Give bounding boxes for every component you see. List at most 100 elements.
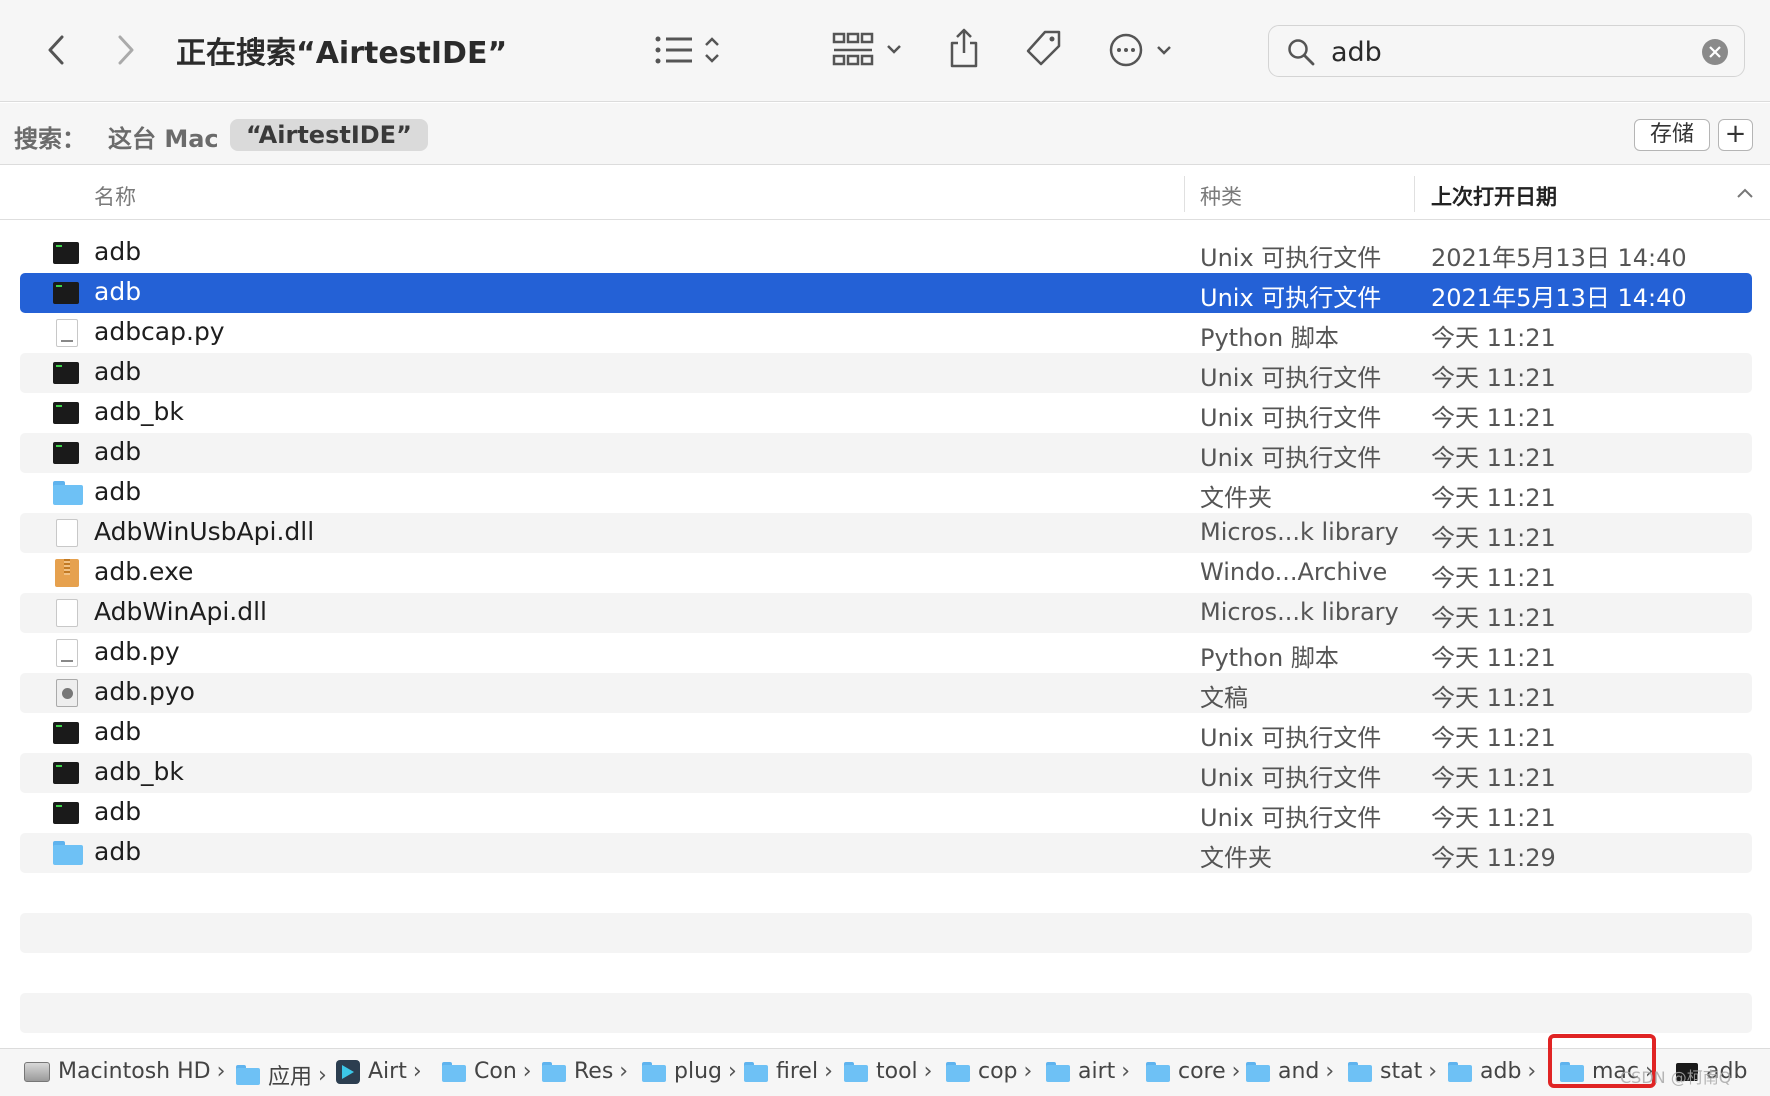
- folder-icon: [53, 481, 83, 505]
- file-name: adb: [94, 437, 142, 466]
- terminal-icon: [53, 282, 79, 304]
- file-date: 今天 11:21: [1431, 364, 1556, 392]
- scope-label: 搜索：: [14, 125, 86, 153]
- back-button[interactable]: [38, 28, 74, 72]
- table-row[interactable]: adb 文件夹 今天 11:21: [20, 473, 1752, 513]
- file-kind: Python 脚本: [1200, 644, 1339, 672]
- file-date: 今天 11:21: [1431, 484, 1556, 512]
- list-view-icon: [655, 36, 719, 64]
- folder-icon: [236, 1065, 260, 1085]
- table-row[interactable]: adb Unix 可执行文件 今天 11:21: [20, 433, 1752, 473]
- table-row[interactable]: AdbWinApi.dll Micros...k library 今天 11:21: [20, 593, 1752, 633]
- table-row[interactable]: adb_bk Unix 可执行文件 今天 11:21: [20, 753, 1752, 793]
- table-row[interactable]: adb.py Python 脚本 今天 11:21: [20, 633, 1752, 673]
- breadcrumb-item[interactable]: Airt ›: [336, 1059, 422, 1084]
- app-icon: [336, 1059, 360, 1084]
- table-row[interactable]: adb Unix 可执行文件 今天 11:21: [20, 713, 1752, 753]
- file-kind: Unix 可执行文件: [1200, 804, 1382, 832]
- more-actions-button[interactable]: [1108, 28, 1178, 72]
- breadcrumb-label: tool: [876, 1059, 918, 1084]
- terminal-icon: [53, 802, 79, 824]
- search-field[interactable]: [1268, 25, 1745, 77]
- table-row[interactable]: adb Unix 可执行文件 2021年5月13日 14:40: [20, 233, 1752, 273]
- column-header-date[interactable]: 上次打开日期: [1431, 181, 1557, 211]
- file-date: 今天 11:21: [1431, 524, 1556, 552]
- save-search-button[interactable]: 存储: [1634, 119, 1710, 151]
- breadcrumb-item[interactable]: core ›: [1146, 1059, 1240, 1084]
- window-title: 正在搜索“AirtestIDE”: [176, 36, 508, 71]
- column-header-kind[interactable]: 种类: [1200, 181, 1242, 211]
- breadcrumb-item[interactable]: cop ›: [946, 1059, 1032, 1084]
- breadcrumb-item[interactable]: firel ›: [744, 1059, 833, 1084]
- column-header-name[interactable]: 名称: [94, 181, 136, 211]
- breadcrumb-separator-icon: ›: [522, 1059, 532, 1084]
- breadcrumb-label: airt: [1078, 1059, 1116, 1084]
- folder-icon: [1146, 1061, 1170, 1082]
- file-name: adb.exe: [94, 557, 194, 586]
- breadcrumb-separator-icon: ›: [923, 1059, 933, 1084]
- file-date: 今天 11:29: [1431, 844, 1556, 872]
- column-divider[interactable]: [1414, 176, 1415, 212]
- file-kind: Micros...k library: [1200, 598, 1399, 626]
- breadcrumb-item[interactable]: adb ›: [1448, 1059, 1536, 1084]
- file-date: 今天 11:21: [1431, 404, 1556, 432]
- breadcrumb-item[interactable]: plug ›: [642, 1059, 737, 1084]
- empty-row: [20, 953, 1752, 993]
- breadcrumb-item[interactable]: Res ›: [542, 1059, 628, 1084]
- table-row[interactable]: adb Unix 可执行文件 今天 11:21: [20, 793, 1752, 833]
- path-bar: Macintosh HD › 应用 › Airt › Con › Res › plug › firel ›…: [0, 1048, 1770, 1096]
- table-row[interactable]: adb.exe Windo...Archive 今天 11:21: [20, 553, 1752, 593]
- folder-icon: [542, 1061, 566, 1082]
- table-row[interactable]: adb 文件夹 今天 11:29: [20, 833, 1752, 873]
- column-divider[interactable]: [1184, 176, 1185, 212]
- table-row[interactable]: adb.pyo 文稿 今天 11:21: [20, 673, 1752, 713]
- clear-search-button[interactable]: [1702, 39, 1728, 65]
- table-row[interactable]: AdbWinUsbApi.dll Micros...k library 今天 11:…: [20, 513, 1752, 553]
- breadcrumb-item[interactable]: Macintosh HD ›: [24, 1059, 225, 1084]
- list-view-button[interactable]: [652, 28, 728, 72]
- forward-button[interactable]: [108, 28, 144, 72]
- folder-icon: [946, 1061, 970, 1082]
- file-name: AdbWinUsbApi.dll: [94, 517, 315, 546]
- breadcrumb-separator-icon: ›: [1023, 1059, 1033, 1084]
- file-kind: Unix 可执行文件: [1200, 444, 1382, 472]
- breadcrumb-item[interactable]: tool ›: [844, 1059, 932, 1084]
- breadcrumb-item[interactable]: Con ›: [442, 1059, 532, 1084]
- toolbar: 正在搜索“AirtestIDE”: [0, 0, 1770, 102]
- group-button[interactable]: [832, 28, 908, 72]
- file-date: 今天 11:21: [1431, 724, 1556, 752]
- chevron-left-icon: [48, 35, 64, 65]
- python-script-icon: [56, 319, 78, 347]
- folder-icon: [844, 1061, 868, 1082]
- breadcrumb-label: core: [1178, 1059, 1226, 1084]
- tags-button[interactable]: [1022, 26, 1064, 72]
- table-row[interactable]: adb Unix 可执行文件 今天 11:21: [20, 353, 1752, 393]
- file-name: adb_bk: [94, 757, 184, 786]
- add-criteria-button[interactable]: +: [1718, 119, 1753, 151]
- share-button[interactable]: [944, 24, 984, 72]
- file-name: adb: [94, 277, 142, 306]
- chevron-right-icon: [118, 35, 134, 65]
- table-row[interactable]: adbcap.py Python 脚本 今天 11:21: [20, 313, 1752, 353]
- breadcrumb-label: Macintosh HD: [58, 1059, 211, 1084]
- file-date: 今天 11:21: [1431, 684, 1556, 712]
- breadcrumb-separator-icon: ›: [824, 1059, 833, 1084]
- table-row-selected[interactable]: adb Unix 可执行文件 2021年5月13日 14:40: [20, 273, 1752, 313]
- scope-this-mac[interactable]: 这台 Mac: [108, 119, 219, 154]
- watermark: CSDN @柯南Q: [1620, 1068, 1732, 1087]
- file-date: 今天 11:21: [1431, 564, 1556, 592]
- search-input[interactable]: [1331, 34, 1691, 70]
- table-row[interactable]: adb_bk Unix 可执行文件 今天 11:21: [20, 393, 1752, 433]
- folder-icon: [1046, 1061, 1070, 1082]
- scope-current-folder[interactable]: “AirtestIDE”: [230, 119, 428, 151]
- breadcrumb-item[interactable]: airt ›: [1046, 1059, 1130, 1084]
- breadcrumb-item[interactable]: stat ›: [1348, 1059, 1437, 1084]
- file-kind: Unix 可执行文件: [1200, 364, 1382, 392]
- file-kind: Unix 可执行文件: [1200, 404, 1382, 432]
- breadcrumb-item[interactable]: and ›: [1246, 1059, 1334, 1084]
- file-kind: Unix 可执行文件: [1200, 284, 1382, 312]
- breadcrumb-item[interactable]: 应用 ›: [236, 1059, 327, 1091]
- ellipsis-circle-icon: [1109, 33, 1171, 67]
- breadcrumb-label: and: [1278, 1059, 1320, 1084]
- breadcrumb-separator-icon: ›: [728, 1059, 737, 1084]
